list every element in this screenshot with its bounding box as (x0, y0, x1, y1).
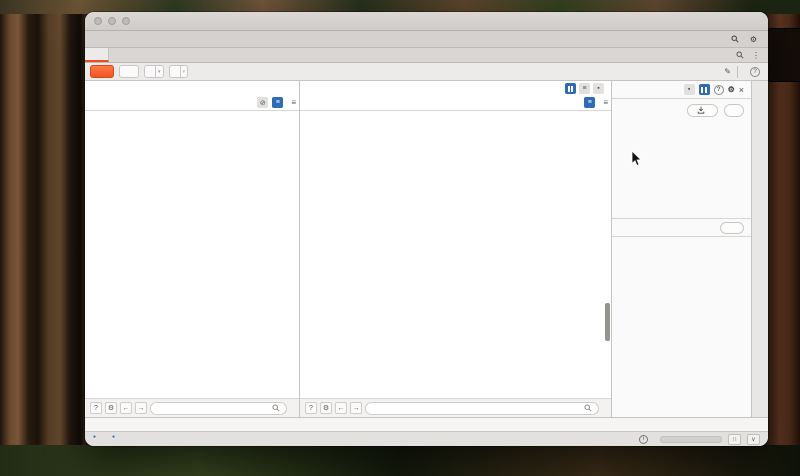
mouse-cursor (630, 150, 642, 168)
notification-dot: ● (93, 434, 96, 440)
project-bambdas-row (612, 99, 751, 121)
search-field[interactable] (157, 405, 272, 412)
output-header (612, 218, 751, 237)
repeater-tab-bar: ⋮ (85, 48, 768, 63)
expanded-view-icon[interactable] (699, 84, 710, 95)
all-issues-button[interactable]: ● (112, 434, 115, 443)
previous-match-button[interactable]: ← (120, 402, 132, 414)
next-match-button[interactable]: → (135, 402, 147, 414)
settings-button[interactable]: ⚙ (750, 35, 759, 44)
search-field[interactable] (372, 405, 584, 412)
rows-layout-icon[interactable]: ≡ (579, 83, 590, 94)
desktop-recording-thumbnail[interactable] (767, 28, 800, 82)
response-search-bar: ? ⚙ ← → (300, 398, 611, 417)
help-icon[interactable]: ? (714, 85, 724, 95)
collapse-status-button[interactable]: ∨ (747, 434, 760, 445)
response-panel: ≡ ▪ ≡ ≡ ? ⚙ ← → (300, 81, 612, 417)
help-icon[interactable]: ? (750, 67, 760, 77)
response-scrollbar[interactable] (605, 303, 610, 341)
session-tab-sql-attack[interactable] (85, 48, 109, 62)
repeater-toolbar: ▾ ▾ ✎ ? (85, 63, 768, 81)
editor-menu-icon[interactable]: ≡ (603, 98, 608, 107)
search-icon (731, 35, 739, 43)
history-back-button[interactable]: ▾ (144, 65, 164, 78)
url-encode-toggle-icon[interactable]: ⊘ (257, 97, 268, 108)
forest-background-left (0, 0, 86, 476)
gear-icon: ⚙ (750, 35, 757, 44)
request-search-input[interactable] (150, 402, 287, 415)
memory-bar (660, 436, 722, 443)
main-tab-bar: ⚙ (85, 31, 768, 48)
zoom-window-button[interactable] (122, 17, 130, 25)
forward-arrow[interactable] (169, 65, 181, 78)
more-options-icon[interactable]: ⋮ (752, 51, 760, 60)
request-editor[interactable] (85, 111, 299, 398)
forest-background-bottom (0, 445, 800, 476)
window-titlebar[interactable] (85, 12, 768, 31)
chevron-down-icon[interactable]: ▾ (156, 65, 164, 78)
single-layout-icon[interactable]: ▪ (593, 83, 604, 94)
previous-match-button[interactable]: ← (335, 402, 347, 414)
search-icon (272, 404, 280, 412)
search-settings-icon[interactable]: ⚙ (320, 402, 332, 414)
response-editor-tabs: ≡ ≡ (300, 96, 611, 111)
response-editor[interactable] (300, 111, 611, 398)
load-icon (697, 106, 705, 114)
response-search-input[interactable] (365, 402, 599, 415)
request-panel: ⊘ ≡ ≡ ? ⚙ ← → (85, 81, 300, 417)
chevron-down-icon[interactable]: ▾ (181, 65, 189, 78)
search-icon (584, 404, 592, 412)
global-search-button[interactable] (731, 35, 741, 43)
info-icon[interactable]: i (639, 435, 648, 444)
columns-layout-icon[interactable] (565, 83, 576, 94)
notification-dot: ● (112, 434, 115, 440)
send-button[interactable] (90, 65, 114, 78)
custom-actions-empty-area (612, 121, 751, 218)
load-button[interactable] (687, 104, 718, 117)
search-settings-icon[interactable]: ⚙ (105, 402, 117, 414)
prettify-toggle-icon[interactable]: ≡ (272, 97, 283, 108)
close-window-button[interactable] (94, 17, 102, 25)
editor-status-row (85, 417, 768, 431)
gear-icon[interactable]: ⚙ (728, 85, 735, 94)
event-log-button[interactable]: ● (93, 434, 96, 443)
minimize-window-button[interactable] (108, 17, 116, 25)
new-button[interactable] (724, 104, 744, 117)
search-help-icon[interactable]: ? (305, 402, 317, 414)
garbage-collect-button[interactable]: ∷ (728, 434, 741, 445)
output-area (612, 237, 751, 417)
editor-menu-icon[interactable]: ≡ (291, 98, 296, 107)
prettify-toggle-icon[interactable]: ≡ (584, 97, 595, 108)
divider (737, 66, 738, 78)
burp-suite-window: ⚙ ⋮ ▾ ▾ ✎ ? (85, 12, 768, 446)
collapsed-view-icon[interactable]: ▪ (684, 84, 695, 95)
cancel-button[interactable] (119, 65, 139, 78)
history-forward-button[interactable]: ▾ (169, 65, 189, 78)
next-match-button[interactable]: → (350, 402, 362, 414)
search-help-icon[interactable]: ? (90, 402, 102, 414)
edit-target-icon[interactable]: ✎ (724, 67, 731, 76)
add-tab-button[interactable] (109, 48, 127, 62)
request-search-bar: ? ⚙ ← → (85, 398, 299, 417)
close-panel-icon[interactable]: × (739, 85, 744, 95)
back-arrow[interactable] (144, 65, 156, 78)
custom-actions-panel: ▪ ? ⚙ × (612, 81, 752, 417)
side-tab-strip (752, 81, 768, 417)
traffic-lights (94, 17, 130, 25)
search-icon[interactable] (736, 51, 744, 59)
clear-output-button[interactable] (720, 222, 744, 234)
request-editor-tabs: ⊘ ≡ ≡ (85, 96, 299, 111)
window-status-bar: ● ● i ∷ ∨ (85, 431, 768, 446)
